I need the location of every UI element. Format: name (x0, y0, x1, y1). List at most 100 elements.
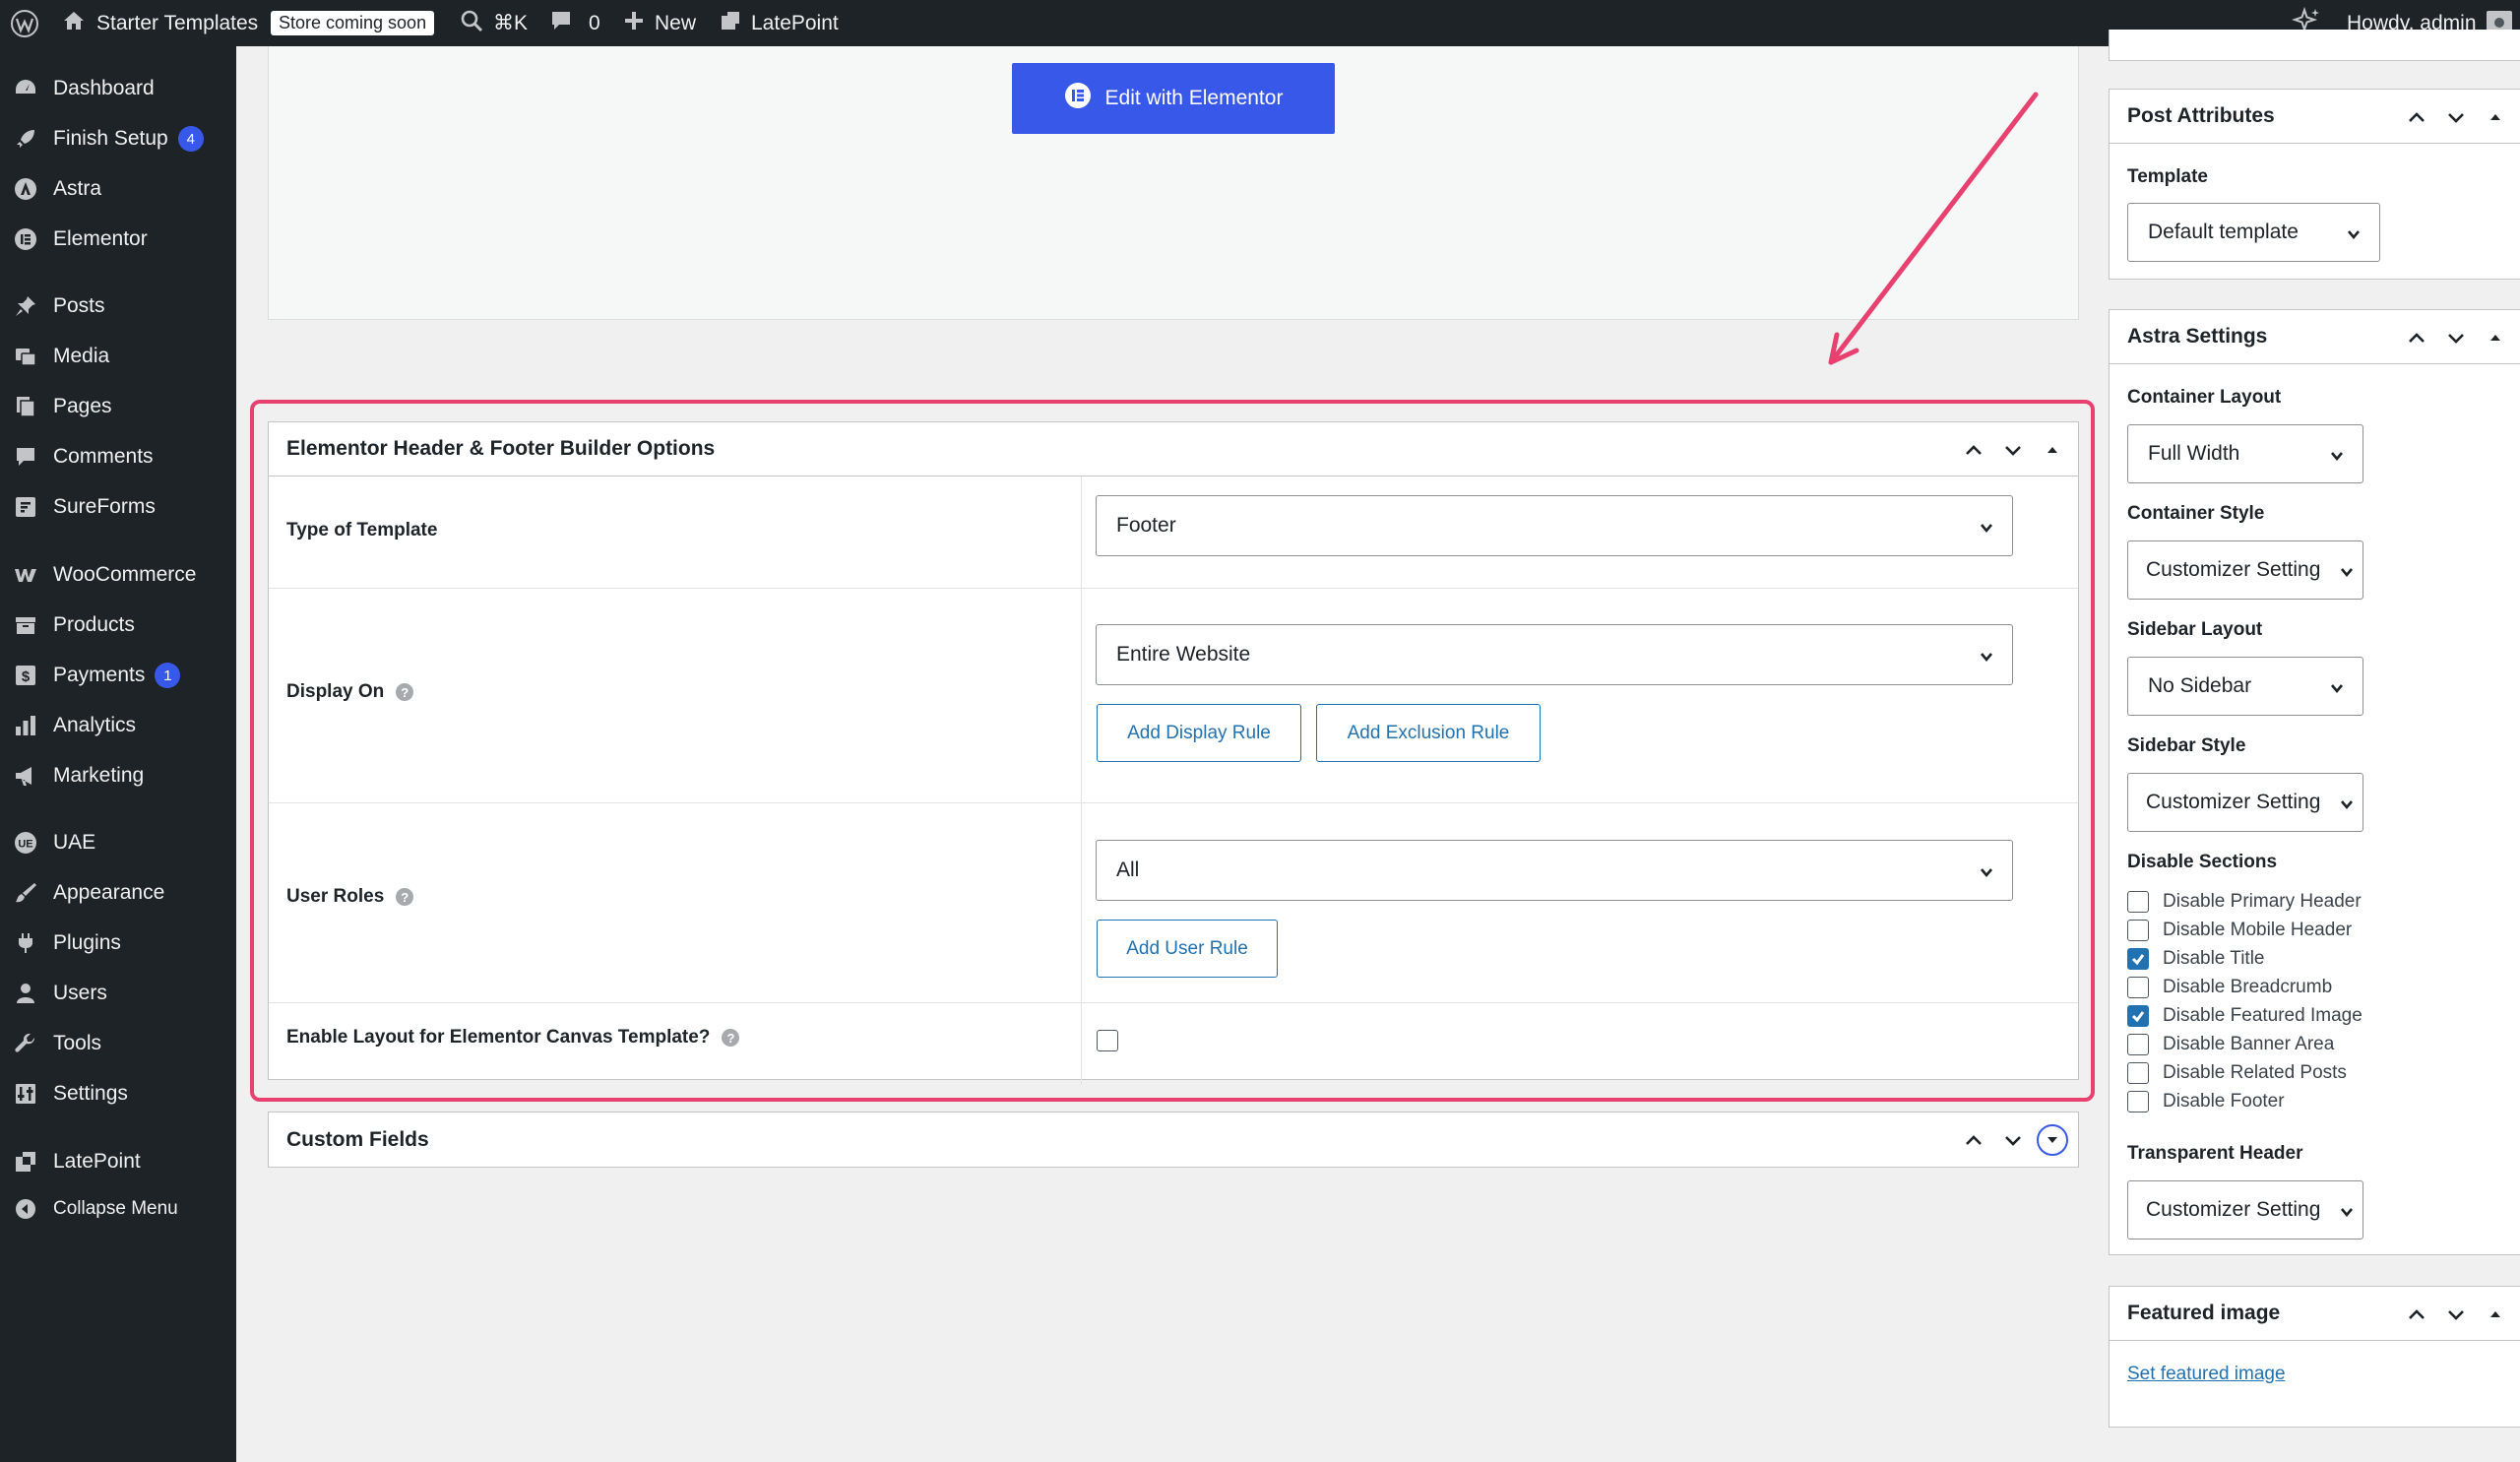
move-up-icon[interactable] (2401, 1299, 2432, 1330)
comment-bubble-icon (12, 443, 39, 471)
disable-related-posts-checkbox[interactable] (2127, 1062, 2149, 1084)
menu-item-plugins[interactable]: Plugins (0, 921, 236, 966)
collapse-menu-button[interactable]: Collapse Menu (0, 1186, 236, 1232)
media-icon (12, 343, 39, 370)
disable-banner-area-option[interactable]: Disable Banner Area (2127, 1034, 2334, 1055)
template-select[interactable]: Default template (2127, 203, 2380, 262)
disable-title-checkbox[interactable] (2127, 948, 2149, 970)
display-on-select[interactable]: Entire Website (1096, 624, 2013, 685)
collapse-toggle-icon[interactable] (2480, 322, 2511, 353)
disable-mobile-header-option[interactable]: Disable Mobile Header (2127, 920, 2352, 941)
help-icon[interactable]: ? (396, 683, 414, 701)
custom-fields-header[interactable]: Custom Fields (269, 1112, 2078, 1167)
finish-setup-badge: 4 (177, 126, 204, 152)
featured-image-metabox: Featured image Set featured image (2109, 1286, 2520, 1428)
disable-title-option[interactable]: Disable Title (2127, 948, 2265, 970)
payments-icon: $ (12, 662, 39, 689)
menu-item-marketing[interactable]: Marketing (0, 753, 236, 798)
move-down-icon[interactable] (2440, 1299, 2472, 1330)
menu-item-sureforms[interactable]: SureForms (0, 484, 236, 530)
move-down-icon[interactable] (1997, 434, 2029, 466)
collapse-toggle-icon[interactable] (2037, 434, 2068, 466)
latepoint-label: LatePoint (751, 11, 839, 34)
move-down-icon[interactable] (2440, 101, 2472, 133)
menu-item-settings[interactable]: Settings (0, 1071, 236, 1116)
command-palette-button[interactable]: ⌘K (460, 0, 528, 46)
menu-item-users[interactable]: Users (0, 971, 236, 1016)
transparent-header-select[interactable]: Customizer Setting (2127, 1180, 2363, 1240)
move-up-icon[interactable] (1958, 434, 1989, 466)
move-up-icon[interactable] (2401, 322, 2432, 353)
post-attributes-header[interactable]: Post Attributes (2110, 90, 2520, 144)
store-badge-label: Store coming soon (271, 11, 435, 35)
collapse-toggle-icon[interactable] (2480, 1299, 2511, 1330)
help-icon[interactable]: ? (722, 1029, 740, 1047)
menu-item-latepoint[interactable]: LatePoint (0, 1139, 236, 1184)
edit-with-elementor-button[interactable]: Edit with Elementor (1012, 63, 1335, 134)
menu-item-appearance[interactable]: Appearance (0, 870, 236, 916)
search-icon (460, 9, 483, 38)
menu-item-posts[interactable]: Posts (0, 284, 236, 329)
disable-breadcrumb-checkbox[interactable] (2127, 977, 2149, 998)
astra-settings-metabox: Astra Settings Container Layout Full Wid… (2109, 309, 2520, 1255)
display-on-label: Display On ? (286, 681, 414, 703)
disable-footer-checkbox[interactable] (2127, 1091, 2149, 1112)
disable-primary-header-option[interactable]: Disable Primary Header (2127, 891, 2362, 913)
pages-icon (12, 393, 39, 420)
add-user-rule-button[interactable]: Add User Rule (1097, 920, 1278, 978)
store-status-badge[interactable]: Store coming soon (271, 0, 435, 46)
disable-primary-header-checkbox[interactable] (2127, 891, 2149, 913)
type-of-template-select[interactable]: Footer (1096, 495, 2013, 556)
disable-footer-option[interactable]: Disable Footer (2127, 1091, 2285, 1112)
disable-featured-image-checkbox[interactable] (2127, 1005, 2149, 1027)
transparent-header-value: Customizer Setting (2146, 1198, 2321, 1221)
chevron-down-icon (2339, 562, 2355, 578)
sidebar-style-select[interactable]: Customizer Setting (2127, 773, 2363, 832)
featured-image-header[interactable]: Featured image (2110, 1287, 2520, 1341)
disable-mobile-header-checkbox[interactable] (2127, 920, 2149, 941)
container-style-value: Customizer Setting (2146, 558, 2321, 581)
menu-item-uae[interactable]: UE UAE (0, 820, 236, 865)
menu-item-pages[interactable]: Pages (0, 384, 236, 429)
move-down-icon[interactable] (2440, 322, 2472, 353)
sidebar-layout-select[interactable]: No Sidebar (2127, 657, 2363, 716)
move-up-icon[interactable] (2401, 101, 2432, 133)
site-name-link[interactable]: Starter Templates (61, 0, 258, 46)
canvas-layout-checkbox[interactable] (1097, 1030, 1118, 1051)
disable-featured-image-option[interactable]: Disable Featured Image (2127, 1005, 2362, 1027)
disable-breadcrumb-label: Disable Breadcrumb (2163, 977, 2333, 997)
menu-item-elementor[interactable]: Elementor (0, 217, 236, 262)
new-content-link[interactable]: New (623, 0, 696, 46)
menu-item-analytics[interactable]: Analytics (0, 703, 236, 748)
menu-item-media[interactable]: Media (0, 334, 236, 379)
ehf-metabox-header[interactable]: Elementor Header & Footer Builder Option… (269, 422, 2078, 477)
menu-label-products: Products (53, 613, 135, 636)
menu-item-products[interactable]: Products (0, 603, 236, 648)
latepoint-link[interactable]: LatePoint (720, 0, 839, 46)
move-up-icon[interactable] (1958, 1124, 1989, 1156)
menu-item-comments[interactable]: Comments (0, 434, 236, 479)
move-down-icon[interactable] (1997, 1124, 2029, 1156)
menu-item-payments[interactable]: $ Payments 1 (0, 653, 236, 698)
comments-link[interactable]: 0 (549, 0, 600, 46)
menu-item-astra[interactable]: Astra (0, 166, 236, 212)
set-featured-image-link[interactable]: Set featured image (2127, 1364, 2286, 1385)
add-exclusion-rule-button[interactable]: Add Exclusion Rule (1316, 704, 1541, 762)
disable-breadcrumb-option[interactable]: Disable Breadcrumb (2127, 977, 2332, 998)
add-display-rule-button[interactable]: Add Display Rule (1097, 704, 1301, 762)
container-style-select[interactable]: Customizer Setting (2127, 540, 2363, 600)
container-layout-select[interactable]: Full Width (2127, 424, 2363, 483)
expand-toggle-icon[interactable] (2037, 1123, 2068, 1156)
help-icon[interactable]: ? (396, 888, 414, 906)
wordpress-logo-icon[interactable] (10, 0, 39, 46)
rocket-icon (12, 125, 39, 153)
astra-settings-header[interactable]: Astra Settings (2110, 310, 2520, 364)
menu-item-woocommerce[interactable]: WooCommerce (0, 552, 236, 598)
menu-item-tools[interactable]: Tools (0, 1021, 236, 1066)
menu-item-dashboard[interactable]: Dashboard (0, 66, 236, 111)
menu-item-finish-setup[interactable]: Finish Setup 4 (0, 116, 236, 161)
collapse-toggle-icon[interactable] (2480, 101, 2511, 133)
user-roles-select[interactable]: All (1096, 840, 2013, 901)
disable-related-posts-option[interactable]: Disable Related Posts (2127, 1062, 2347, 1084)
disable-banner-area-checkbox[interactable] (2127, 1034, 2149, 1055)
